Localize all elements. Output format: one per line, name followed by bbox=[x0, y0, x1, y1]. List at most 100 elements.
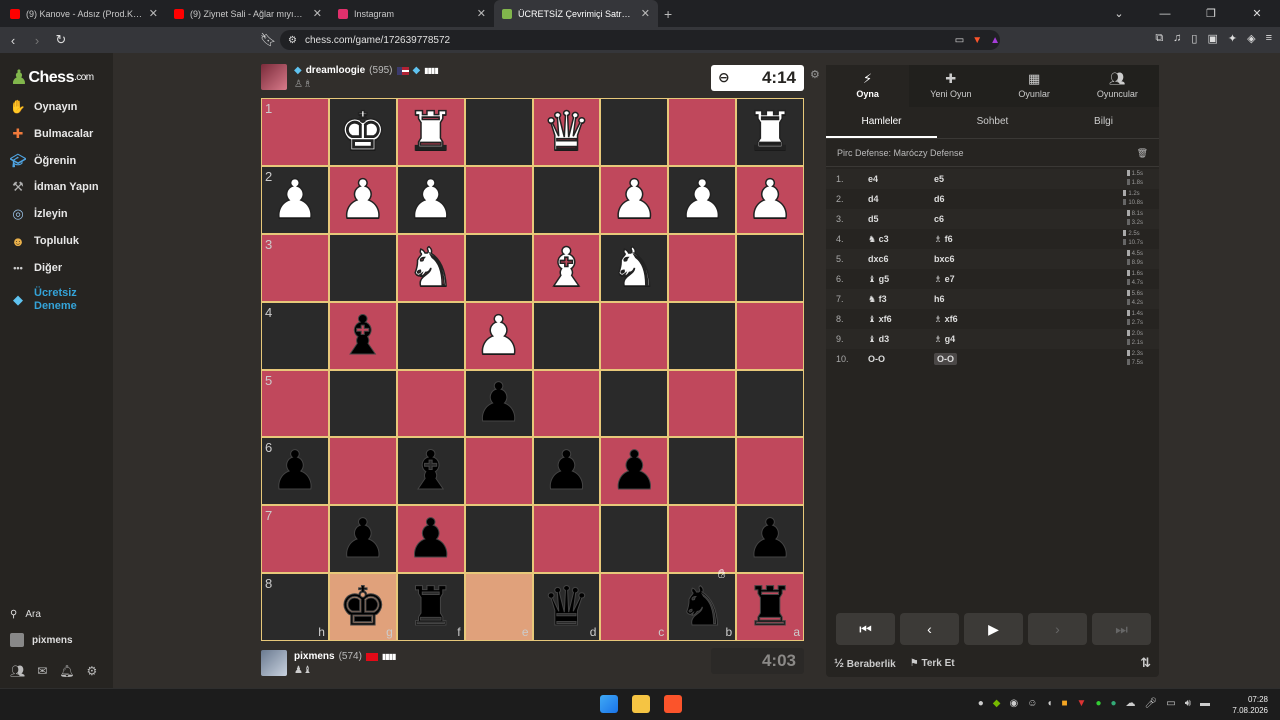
board-square[interactable] bbox=[533, 166, 600, 233]
white-pawn-icon[interactable]: ♟ bbox=[474, 307, 524, 363]
white-pawn-icon[interactable]: ♟ bbox=[677, 172, 727, 228]
bottom-player-name[interactable]: pixmens (574) ▮▮▮▮ bbox=[294, 651, 397, 662]
black-move[interactable]: c6 bbox=[934, 214, 1034, 224]
black-move[interactable]: ♗ f6 bbox=[934, 234, 1034, 245]
onedrive-icon[interactable]: ☁ bbox=[1126, 698, 1136, 709]
next-move-button[interactable]: › bbox=[1028, 613, 1087, 645]
sidebar-item-3[interactable]: ⚒ İdman Yapın bbox=[10, 179, 98, 195]
white-move[interactable]: ♝ g5 bbox=[868, 274, 934, 285]
sidebar-item-1[interactable]: ✚ Bulmacalar bbox=[10, 126, 94, 142]
brave-browser-icon[interactable] bbox=[664, 695, 682, 713]
close-tab-icon[interactable]: ✕ bbox=[641, 7, 650, 20]
draw-button[interactable]: ½ Beraberlik bbox=[834, 656, 896, 670]
black-move[interactable]: O-O bbox=[934, 353, 957, 365]
steam-icon[interactable]: ◉ bbox=[1009, 698, 1018, 709]
tray-icon[interactable]: ■ bbox=[1061, 698, 1067, 709]
board-square[interactable] bbox=[669, 234, 736, 301]
board-square[interactable]: 3 bbox=[262, 234, 328, 301]
close-tab-icon[interactable]: ✕ bbox=[313, 7, 322, 20]
subtab-0[interactable]: Hamleler bbox=[826, 107, 937, 138]
black-move[interactable]: ♗ e7 bbox=[934, 274, 1034, 285]
menu-icon[interactable]: ≡ bbox=[1266, 32, 1272, 45]
board-square[interactable] bbox=[397, 302, 464, 369]
board-square[interactable]: ♟ 6 bbox=[262, 438, 328, 505]
chesscom-logo[interactable]: ♟ Chess .com bbox=[10, 65, 94, 90]
rewards-icon[interactable]: ▲ bbox=[990, 35, 1000, 46]
back-button[interactable]: ‹ bbox=[2, 33, 24, 48]
trash-icon[interactable]: 🗑︎ bbox=[1137, 148, 1148, 158]
resign-button[interactable]: ⚑ Terk Et bbox=[910, 658, 955, 669]
board-square[interactable]: ♟ bbox=[601, 438, 668, 505]
minimize-button[interactable]: — bbox=[1142, 8, 1188, 20]
black-bishop-icon[interactable]: ♝ bbox=[406, 443, 455, 498]
board-square[interactable] bbox=[601, 506, 668, 573]
board-square[interactable]: ♜ bbox=[737, 99, 803, 165]
white-king-icon[interactable]: ♚ bbox=[338, 104, 388, 160]
board-square[interactable]: ♟ bbox=[397, 166, 464, 233]
avatar[interactable] bbox=[261, 64, 287, 90]
white-move[interactable]: d4 bbox=[868, 194, 934, 204]
white-knight-icon[interactable]: ♞ bbox=[406, 239, 456, 295]
board-square[interactable] bbox=[533, 506, 600, 573]
board-square[interactable] bbox=[601, 302, 668, 369]
board-square[interactable] bbox=[737, 302, 803, 369]
board-square[interactable]: ♝ bbox=[397, 438, 464, 505]
sidebar-item-5[interactable]: ☻ Topluluk bbox=[10, 233, 79, 249]
tray-icon[interactable]: ● bbox=[1110, 698, 1116, 709]
board-square[interactable]: ♟ bbox=[329, 506, 396, 573]
board-square[interactable]: ♟ bbox=[601, 166, 668, 233]
browser-tab[interactable]: (9) Kanove - Adsız (Prod.Kanove) - Yo ✕ bbox=[2, 0, 166, 27]
board-square[interactable]: ♚ bbox=[329, 99, 396, 165]
board-square[interactable]: ♟ bbox=[533, 438, 600, 505]
black-move[interactable]: bxc6 bbox=[934, 254, 1034, 264]
board-square[interactable] bbox=[669, 506, 736, 573]
white-rook-icon[interactable]: ♜ bbox=[406, 104, 456, 160]
board-square[interactable]: 5 bbox=[262, 370, 328, 437]
white-pawn-icon[interactable]: ♟ bbox=[338, 172, 388, 228]
white-move[interactable]: e4 bbox=[868, 174, 934, 184]
board-square[interactable] bbox=[669, 370, 736, 437]
board-square[interactable]: ♟ bbox=[465, 302, 532, 369]
black-pawn-icon[interactable]: ♟ bbox=[406, 511, 455, 566]
leo-icon[interactable]: ✦ bbox=[1228, 32, 1237, 45]
white-queen-icon[interactable]: ♛ bbox=[541, 104, 591, 160]
board-square[interactable]: ♛ bbox=[533, 99, 600, 165]
chess-board[interactable]: 1 ♚ ♜ ♛ ♜ ♟ 2 ♟ ♟ ♟ ♟ ♟ 3 ♞ ♝ ♞ 4 ♝ ♟ 5 ♟ ♟ 6 ♝ ♟ ♟ 7 ♟ ♟ ♟ 8 h ♚ g ♜ f e ♛ d c… bbox=[261, 98, 804, 641]
tray-icon[interactable]: ● bbox=[978, 698, 984, 709]
board-square[interactable]: ♞ bbox=[601, 234, 668, 301]
sidebar-profile[interactable]: pixmens bbox=[10, 633, 73, 647]
system-clock[interactable]: 07:28 7.08.2026 bbox=[1232, 694, 1268, 716]
board-square[interactable]: ♞ bbox=[397, 234, 464, 301]
extensions-icon[interactable]: ⧉ bbox=[1155, 32, 1163, 45]
messages-icon[interactable]: ✉︎ bbox=[37, 664, 47, 678]
white-knight-icon[interactable]: ♞ bbox=[609, 239, 659, 295]
close-tab-icon[interactable]: ✕ bbox=[477, 7, 486, 20]
board-square[interactable]: ♟ bbox=[737, 506, 803, 573]
sidebar-item-free-trial[interactable]: ◆ Ücretsiz Deneme bbox=[10, 287, 77, 313]
subtab-2[interactable]: Bilgi bbox=[1048, 107, 1159, 138]
white-move[interactable]: ♞ c3 bbox=[868, 234, 934, 245]
black-queen-icon[interactable]: ♛ bbox=[542, 579, 591, 634]
board-square[interactable] bbox=[533, 370, 600, 437]
tray-icon[interactable]: ● bbox=[1095, 698, 1101, 709]
forward-button[interactable]: › bbox=[26, 33, 48, 48]
panel-tab-0[interactable]: ⚡ Oyna bbox=[826, 65, 910, 107]
bookmark-icon[interactable]: 🔖︎ bbox=[257, 32, 279, 48]
volume-icon[interactable]: 🔊︎ bbox=[1185, 698, 1191, 709]
battery-icon[interactable]: ▬ bbox=[1200, 698, 1210, 709]
black-pawn-icon[interactable]: ♟ bbox=[542, 443, 591, 498]
avatar[interactable] bbox=[261, 650, 287, 676]
sidebar-item-0[interactable]: ✋ Oynayın bbox=[10, 99, 78, 115]
board-square[interactable]: ♟ 2 bbox=[262, 166, 328, 233]
board-square[interactable]: 1 bbox=[262, 99, 328, 165]
board-square[interactable]: ♜ a bbox=[737, 574, 803, 640]
network-icon[interactable]: ▭ bbox=[1166, 698, 1175, 709]
board-square[interactable] bbox=[465, 506, 532, 573]
board-square[interactable] bbox=[737, 438, 803, 505]
black-move[interactable]: ♗ xf6 bbox=[934, 314, 1034, 325]
board-square[interactable]: ♟ bbox=[397, 506, 464, 573]
panel-tab-2[interactable]: ▦ Oyunlar bbox=[993, 65, 1076, 107]
black-move[interactable]: h6 bbox=[934, 294, 1034, 304]
board-square[interactable]: ♟ bbox=[465, 370, 532, 437]
microphone-icon[interactable]: 🎤︎ bbox=[1145, 698, 1158, 709]
